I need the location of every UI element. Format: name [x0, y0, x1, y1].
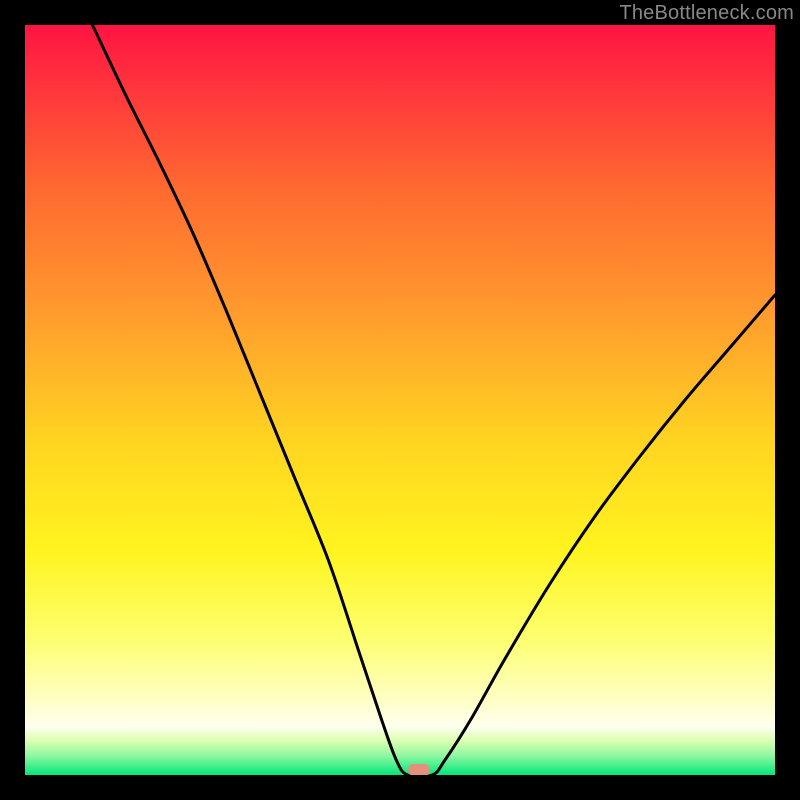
- optimal-marker: [408, 764, 430, 775]
- chart-frame: TheBottleneck.com: [0, 0, 800, 800]
- watermark-text: TheBottleneck.com: [619, 2, 794, 25]
- plot-area: [25, 25, 775, 775]
- background-gradient: [25, 25, 775, 775]
